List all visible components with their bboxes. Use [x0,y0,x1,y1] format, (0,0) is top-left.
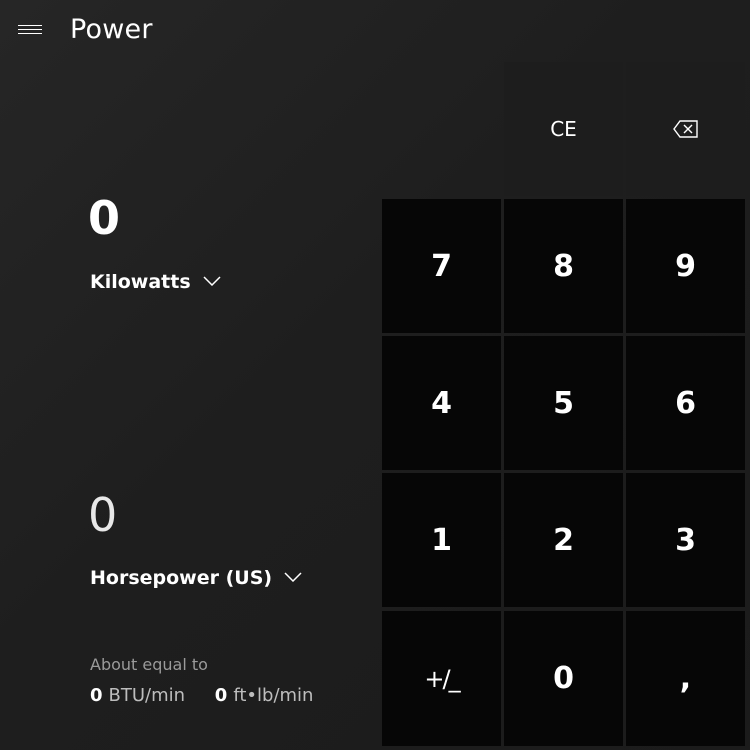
from-unit-label: Kilowatts [90,271,191,293]
equivalent-item: 0 BTU/min [90,685,185,706]
digit-7-button[interactable]: 7 [382,199,501,333]
backspace-icon [672,120,698,138]
to-unit-label: Horsepower (US) [90,567,273,589]
menu-line [18,33,42,34]
about-equal-label: About equal to [90,655,208,674]
chevron-down-icon [284,572,302,582]
equivalents-row: 0 BTU/min 0 ft•lb/min [90,684,337,708]
from-unit-dropdown[interactable]: Kilowatts [90,269,221,295]
digit-9-button[interactable]: 9 [626,199,745,333]
digit-2-button[interactable]: 2 [504,473,623,607]
menu-line [18,29,42,30]
clear-entry-label: CE [550,117,577,141]
calculator-window: Power 0 Kilowatts 0 Horsepower (US) Abou… [0,0,750,750]
equivalent-value: 0 [214,685,228,706]
digit-8-button[interactable]: 8 [504,199,623,333]
chevron-down-icon [203,276,221,286]
negate-label: +/_ [424,664,460,693]
equivalent-unit: ft•lb/min [233,685,314,706]
digit-6-button[interactable]: 6 [626,336,745,470]
negate-button[interactable]: +/_ [382,611,501,746]
digit-5-button[interactable]: 5 [504,336,623,470]
decimal-separator-button[interactable]: , [626,611,745,746]
menu-line [18,25,42,26]
clear-entry-button[interactable]: CE [504,62,623,196]
to-value-display[interactable]: 0 [88,487,117,543]
to-unit-dropdown[interactable]: Horsepower (US) [90,565,302,591]
digit-4-button[interactable]: 4 [382,336,501,470]
page-title: Power [70,14,153,45]
equivalent-unit: BTU/min [108,685,186,706]
digit-1-button[interactable]: 1 [382,473,501,607]
backspace-button[interactable] [626,62,745,196]
digit-0-button[interactable]: 0 [504,611,623,746]
digit-3-button[interactable]: 3 [626,473,745,607]
equivalent-value: 0 [90,685,103,706]
equivalent-item: 0 ft•lb/min [215,685,314,706]
from-value-display[interactable]: 0 [88,190,120,246]
hamburger-menu-icon[interactable] [18,25,42,37]
